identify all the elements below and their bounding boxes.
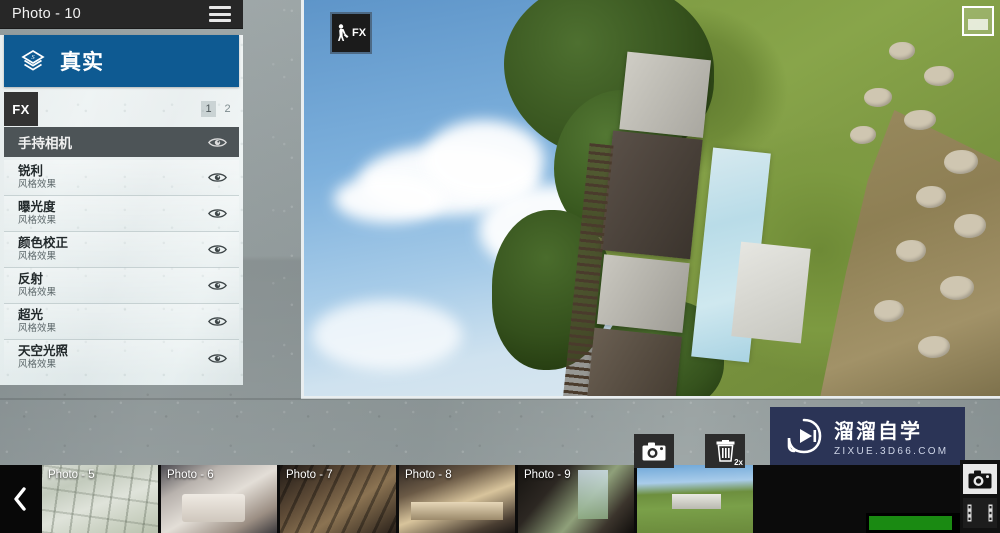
watermark-subtitle: ZIXUE.3D66.COM (834, 446, 949, 457)
filmstrip-prev-button[interactable] (0, 465, 40, 533)
svg-text:S: S (31, 54, 35, 61)
progress-bar-fill (869, 516, 952, 530)
fx-item-name: 天空光照 (18, 344, 69, 359)
thumbnail-list: Photo - 5 Photo - 6 Photo - 7 Photo - 8 … (40, 465, 753, 533)
fx-list-item[interactable]: 超光 风格效果 (4, 304, 239, 340)
watermark-text: 溜溜自学 ZIXUE.3D66.COM (834, 415, 948, 457)
fx-tab-row: FX 1 2 (0, 91, 243, 127)
fx-item-texts: 曝光度 风格效果 (18, 199, 57, 226)
camera-icon (968, 470, 992, 488)
page-button-2[interactable]: 2 (220, 101, 235, 117)
thumbnail-label: Photo - 5 (48, 469, 95, 481)
fx-item-subtitle: 风格效果 (18, 359, 57, 371)
panel-titlebar: Photo - 10 (0, 0, 243, 29)
thumbnail-photo-7[interactable]: Photo - 7 (280, 465, 396, 533)
watermark-logo: 溜溜自学 ZIXUE.3D66.COM (770, 407, 965, 465)
page-button-1[interactable]: 1 (201, 101, 216, 117)
fx-effects-list: 锐利 风格效果 曝光度 风格效果 颜色校正 风格效果 反射 风格效果 超光 风格… (4, 160, 239, 376)
fx-item-name: 反射 (18, 271, 44, 286)
left-effects-panel: Photo - 10 S 真实 FX 1 2 手持相机 锐利 风格效果 曝光度 … (0, 0, 243, 385)
camera-icon (642, 442, 666, 460)
fx-overlay-label: FX (351, 27, 367, 39)
eye-icon[interactable] (208, 171, 227, 184)
fx-list-item[interactable]: 反射 风格效果 (4, 268, 239, 304)
application-root: FX Photo - 10 S 真实 FX 1 2 手持相机 锐利 风格效果 曝… (0, 0, 1000, 533)
fx-item-subtitle: 风格效果 (18, 214, 57, 226)
fx-item-name: 超光 (18, 307, 44, 322)
fx-list-item[interactable]: 天空光照 风格效果 (4, 340, 239, 376)
thumbnail-preview (637, 465, 753, 533)
rail-camera-button[interactable] (963, 464, 997, 494)
thumbnail-label: Photo - 8 (405, 469, 452, 481)
fx-item-name: 颜色校正 (18, 235, 69, 250)
fx-item-subtitle: 风格效果 (18, 250, 57, 262)
fx-list-item[interactable]: 颜色校正 风格效果 (4, 232, 239, 268)
eye-icon[interactable] (208, 207, 227, 220)
thumbnail-photo-8[interactable]: Photo - 8 (399, 465, 515, 533)
fx-item-texts: 反射 风格效果 (18, 271, 57, 298)
panel-body: S 真实 FX 1 2 手持相机 锐利 风格效果 曝光度 风格效果 颜色校正 风… (0, 35, 243, 385)
rendered-image (304, 0, 1000, 396)
hamburger-icon[interactable] (209, 6, 231, 22)
roof-section (600, 130, 703, 260)
thumbnail-label: Photo - 7 (286, 469, 333, 481)
fx-item-name: 锐利 (18, 163, 44, 178)
fx-item-texts: 超光 风格效果 (18, 307, 57, 334)
fx-item-subtitle: 风格效果 (18, 286, 57, 298)
thumbnail-photo-10-selected[interactable] (637, 465, 753, 533)
cloud-shape (334, 175, 444, 223)
layers-stack-icon: S (21, 50, 45, 71)
progress-bar (866, 513, 962, 533)
thumbnail-photo-6[interactable]: Photo - 6 (161, 465, 277, 533)
eye-icon[interactable] (208, 352, 227, 365)
fx-item-subtitle: 风格效果 (18, 322, 57, 334)
fx-item-subtitle: 风格效果 (18, 178, 57, 190)
fx-list-item[interactable]: 曝光度 风格效果 (4, 196, 239, 232)
trash-icon (716, 440, 734, 462)
fx-list-header-label: 手持相机 (18, 136, 72, 151)
fx-item-texts: 锐利 风格效果 (18, 163, 57, 190)
thumbnail-label: Photo - 6 (167, 469, 214, 481)
film-strip-icon (967, 504, 993, 522)
render-viewport[interactable]: FX (301, 0, 1000, 399)
thumbnail-photo-5[interactable]: Photo - 5 (42, 465, 158, 533)
person-painting-icon (337, 24, 349, 41)
fx-list-header[interactable]: 手持相机 (4, 127, 239, 157)
delete-badge: 2x (734, 458, 743, 467)
thumbnail-photo-9[interactable]: Photo - 9 (518, 465, 634, 533)
delete-button[interactable]: 2x (705, 434, 745, 468)
fx-item-name: 曝光度 (18, 199, 56, 214)
fx-overlay-badge[interactable]: FX (330, 12, 372, 54)
right-toolbar-rail (960, 460, 1000, 533)
terrace-deck (731, 241, 811, 344)
eye-icon[interactable] (208, 136, 227, 149)
thumbnail-label: Photo - 9 (524, 469, 571, 481)
photo-filmstrip: Photo - 5 Photo - 6 Photo - 7 Photo - 8 … (0, 465, 1000, 533)
fx-item-texts: 天空光照 风格效果 (18, 345, 68, 370)
chevron-left-icon (14, 487, 26, 511)
roof-section (619, 51, 712, 138)
play-logo-icon (787, 418, 822, 454)
page-selector: 1 2 (201, 101, 235, 117)
mode-bar[interactable]: S 真实 (4, 35, 239, 87)
fx-item-texts: 颜色校正 风格效果 (18, 235, 69, 262)
cloud-shape (424, 120, 544, 198)
roof-section (596, 254, 690, 333)
snapshot-button[interactable] (634, 434, 674, 468)
eye-icon[interactable] (208, 315, 227, 328)
cloud-shape (312, 300, 462, 370)
rail-film-button[interactable] (963, 498, 997, 528)
mode-label: 真实 (60, 51, 104, 74)
eye-icon[interactable] (208, 279, 227, 292)
fx-list-item[interactable]: 锐利 风格效果 (4, 160, 239, 196)
eye-icon[interactable] (208, 243, 227, 256)
window-title: Photo - 10 (12, 6, 81, 22)
roof-section (585, 327, 682, 396)
tab-fx[interactable]: FX (4, 92, 38, 126)
navigation-box-icon[interactable] (962, 6, 994, 36)
watermark-title: 溜溜自学 (834, 421, 922, 443)
